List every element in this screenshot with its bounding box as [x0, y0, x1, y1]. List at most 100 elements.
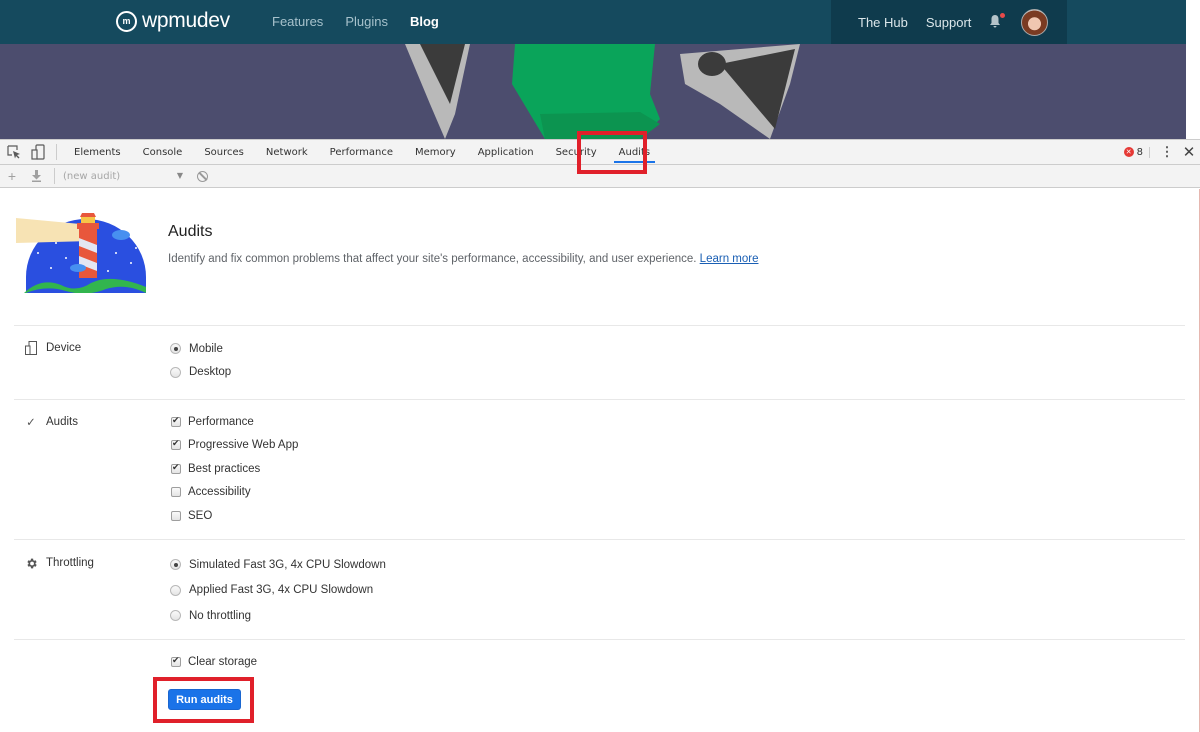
- tab-network[interactable]: Network: [255, 140, 319, 164]
- nav-support[interactable]: Support: [926, 15, 972, 30]
- checkbox-pwa[interactable]: [171, 440, 181, 450]
- device-label-text: Device: [46, 342, 81, 354]
- run-audits-button[interactable]: Run audits: [168, 689, 241, 710]
- option-label: SEO: [188, 510, 212, 522]
- site-logo[interactable]: m wpmudev: [116, 9, 230, 33]
- radio-desktop[interactable]: [170, 367, 181, 378]
- audit-option-pwa[interactable]: Progressive Web App: [170, 434, 298, 458]
- checkmark-icon: ✓: [24, 415, 38, 429]
- option-label: No throttling: [189, 610, 251, 622]
- website-viewport: m wpmudev Features Plugins Blog The Hub …: [0, 0, 1186, 139]
- audits-panel: Audits Identify and fix common problems …: [0, 189, 1200, 732]
- device-options: Mobile Desktop: [170, 337, 231, 384]
- clear-storage-option[interactable]: Clear storage: [170, 650, 257, 674]
- description-text: Identify and fix common problems that af…: [168, 253, 696, 265]
- throttling-option-none[interactable]: No throttling: [170, 603, 386, 629]
- audit-option-accessibility[interactable]: Accessibility: [170, 481, 298, 505]
- clear-storage-row: Clear storage: [156, 650, 257, 674]
- devtools-right-controls: ✕ 8 ⋮ ✕: [1124, 140, 1200, 164]
- tab-console[interactable]: Console: [132, 140, 194, 164]
- user-avatar[interactable]: [1021, 9, 1048, 36]
- gear-icon: [24, 556, 38, 570]
- device-icon: [24, 341, 38, 355]
- audit-category-options: Performance Progressive Web App Best pra…: [170, 410, 298, 528]
- radio-applied[interactable]: [170, 585, 181, 596]
- inspect-element-icon[interactable]: [2, 140, 26, 164]
- option-label: Clear storage: [188, 656, 257, 668]
- checkbox-seo[interactable]: [171, 511, 181, 521]
- run-audits-wrapper: Run audits: [168, 689, 241, 710]
- download-report-icon[interactable]: [24, 165, 48, 187]
- user-nav: The Hub Support: [831, 0, 1067, 44]
- audits-title: Audits: [168, 223, 212, 241]
- device-section: Device Mobile Desktop: [14, 327, 1185, 400]
- radio-mobile[interactable]: [170, 343, 181, 354]
- option-label: Mobile: [189, 343, 223, 355]
- tab-security[interactable]: Security: [545, 140, 608, 164]
- error-count: 8: [1137, 147, 1143, 158]
- main-nav: Features Plugins Blog: [272, 14, 439, 29]
- tab-memory[interactable]: Memory: [404, 140, 467, 164]
- checkbox-performance[interactable]: [171, 417, 181, 427]
- tab-audits[interactable]: Audits: [608, 140, 661, 164]
- audit-select-value: (new audit): [63, 171, 120, 182]
- site-navbar: m wpmudev Features Plugins Blog The Hub …: [0, 0, 1186, 44]
- device-option-desktop[interactable]: Desktop: [170, 361, 231, 385]
- option-label: Desktop: [189, 366, 231, 378]
- throttling-label: Throttling: [24, 556, 94, 570]
- hero-illustration: [0, 44, 1186, 139]
- device-label: Device: [24, 341, 81, 355]
- option-label: Applied Fast 3G, 4x CPU Slowdown: [189, 584, 373, 596]
- checkbox-best-practices[interactable]: [171, 464, 181, 474]
- audits-section: ✓ Audits Performance Progressive Web App…: [14, 400, 1185, 540]
- audit-option-performance[interactable]: Performance: [170, 410, 298, 434]
- audit-report-select[interactable]: (new audit) ▼: [61, 171, 191, 182]
- screen: m wpmudev Features Plugins Blog The Hub …: [0, 0, 1200, 732]
- option-label: Progressive Web App: [188, 439, 298, 451]
- nav-features[interactable]: Features: [272, 14, 323, 29]
- tab-application[interactable]: Application: [467, 140, 545, 164]
- logo-text: wpmudev: [142, 9, 230, 33]
- checkbox-accessibility[interactable]: [171, 487, 181, 497]
- nav-blog[interactable]: Blog: [410, 14, 439, 29]
- tab-elements[interactable]: Elements: [63, 140, 132, 164]
- throttling-section: Throttling Simulated Fast 3G, 4x CPU Slo…: [14, 540, 1185, 640]
- divider: [56, 144, 57, 160]
- option-label: Simulated Fast 3G, 4x CPU Slowdown: [189, 559, 386, 571]
- bell-icon[interactable]: [989, 14, 1003, 30]
- tab-sources[interactable]: Sources: [193, 140, 255, 164]
- error-counter[interactable]: ✕ 8: [1124, 147, 1150, 158]
- clear-all-icon[interactable]: [197, 171, 208, 182]
- audit-option-best-practices[interactable]: Best practices: [170, 457, 298, 481]
- radio-simulated[interactable]: [170, 559, 181, 570]
- wpmudev-logo-icon: m: [116, 11, 137, 32]
- error-icon: ✕: [1124, 147, 1134, 157]
- throttling-label-text: Throttling: [46, 557, 94, 569]
- nav-plugins[interactable]: Plugins: [345, 14, 388, 29]
- audits-description: Identify and fix common problems that af…: [168, 253, 758, 265]
- throttling-option-simulated[interactable]: Simulated Fast 3G, 4x CPU Slowdown: [170, 552, 386, 578]
- throttling-options: Simulated Fast 3G, 4x CPU Slowdown Appli…: [170, 552, 386, 629]
- tab-performance[interactable]: Performance: [319, 140, 404, 164]
- devtools-tabbar: Elements Console Sources Network Perform…: [0, 139, 1200, 165]
- option-label: Best practices: [188, 463, 260, 475]
- dropdown-caret-icon: ▼: [177, 171, 183, 182]
- option-label: Accessibility: [188, 486, 251, 498]
- more-options-icon[interactable]: ⋮: [1156, 144, 1178, 160]
- device-option-mobile[interactable]: Mobile: [170, 337, 231, 361]
- learn-more-link[interactable]: Learn more: [700, 253, 759, 265]
- new-audit-plus-icon[interactable]: +: [0, 165, 24, 187]
- hero-banner: [0, 44, 1186, 139]
- audits-toolbar: + (new audit) ▼: [0, 165, 1200, 188]
- device-toolbar-icon[interactable]: [26, 140, 50, 164]
- option-label: Performance: [188, 416, 254, 428]
- close-devtools-icon[interactable]: ✕: [1178, 143, 1200, 161]
- audits-label-text: Audits: [46, 416, 78, 428]
- lighthouse-logo-icon: [16, 213, 146, 293]
- audits-header: Audits Identify and fix common problems …: [14, 189, 1185, 326]
- throttling-option-applied[interactable]: Applied Fast 3G, 4x CPU Slowdown: [170, 578, 386, 604]
- checkbox-clear-storage[interactable]: [171, 657, 181, 667]
- nav-the-hub[interactable]: The Hub: [858, 15, 908, 30]
- audit-option-seo[interactable]: SEO: [170, 504, 298, 528]
- radio-none[interactable]: [170, 610, 181, 621]
